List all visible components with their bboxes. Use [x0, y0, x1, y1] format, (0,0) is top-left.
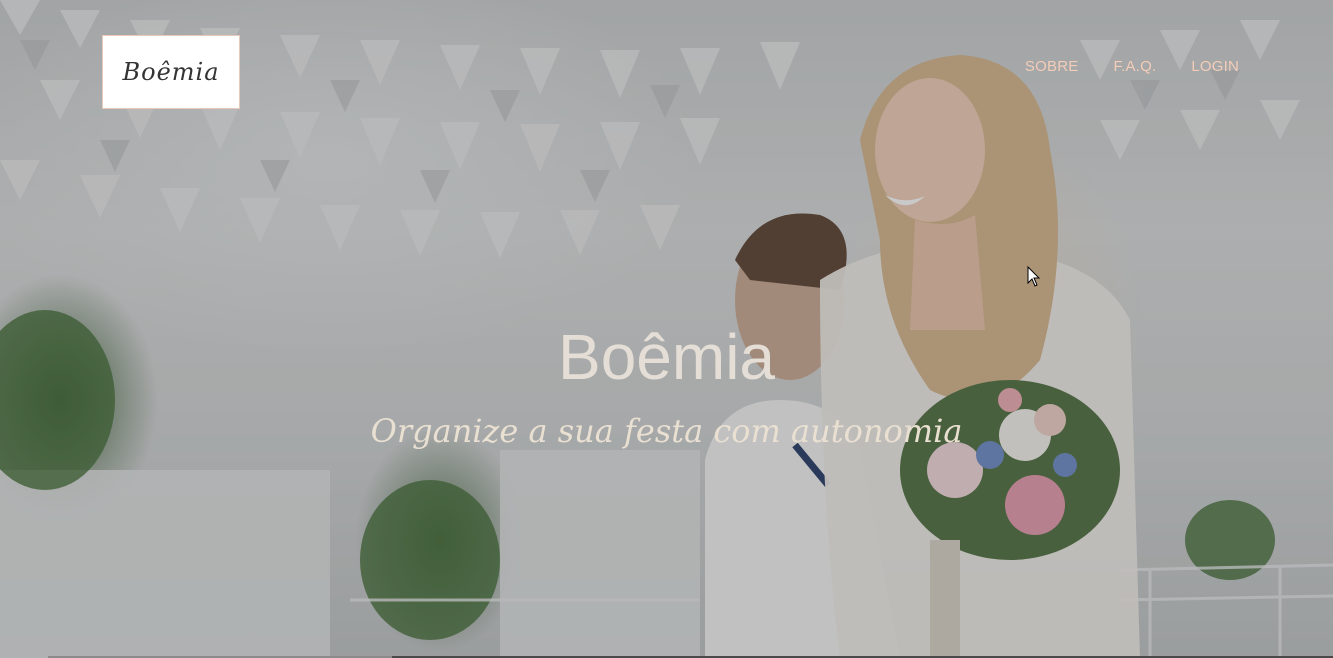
hero-subtitle: Organize a sua festa com autonomia: [370, 412, 963, 450]
hero-title: Boêmia: [558, 321, 775, 393]
nav-sobre-link[interactable]: SOBRE: [1025, 58, 1079, 75]
nav-faq-link[interactable]: F.A.Q.: [1113, 58, 1156, 75]
mouse-cursor-icon: [1027, 266, 1041, 287]
nav-login-link[interactable]: LOGIN: [1191, 58, 1239, 75]
top-nav: SOBRE F.A.Q. LOGIN: [1025, 58, 1239, 75]
hero-section: Boêmia SOBRE F.A.Q. LOGIN Boêmia Organiz…: [0, 0, 1333, 658]
logo[interactable]: Boêmia: [102, 35, 240, 109]
logo-text: Boêmia: [122, 58, 220, 86]
